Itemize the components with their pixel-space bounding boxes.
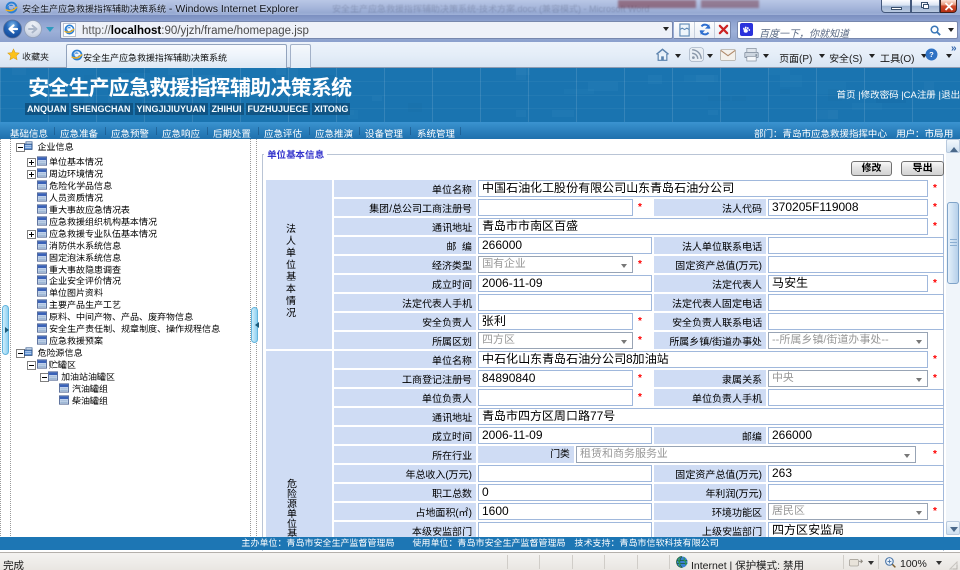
svg-text:?: ? bbox=[929, 50, 934, 59]
